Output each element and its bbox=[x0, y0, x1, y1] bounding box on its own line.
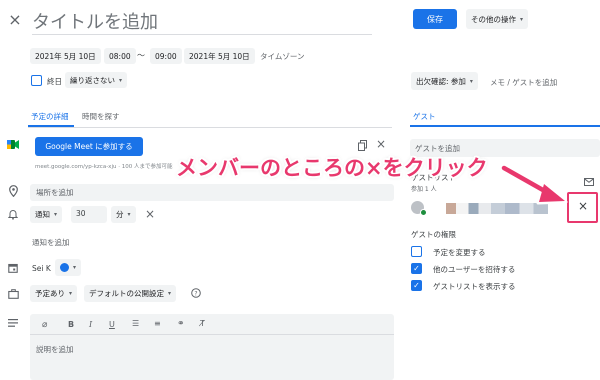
notification-unit-dropdown[interactable]: 分 ▾ bbox=[111, 206, 136, 223]
guest-accepted-check-icon bbox=[420, 209, 427, 216]
google-meet-icon bbox=[7, 139, 19, 150]
notification-type-dropdown[interactable]: 通知 ▾ bbox=[30, 206, 63, 223]
notification-value: 30 bbox=[76, 209, 86, 218]
bulleted-list-icon[interactable]: ≡ bbox=[154, 319, 161, 328]
chevron-down-icon: ▾ bbox=[469, 77, 473, 85]
chevron-down-icon: ▾ bbox=[127, 211, 131, 218]
remove-notification-icon[interactable]: × bbox=[144, 207, 156, 221]
repeat-dropdown[interactable]: 繰り返さない ▾ bbox=[65, 72, 128, 88]
remove-meet-icon[interactable]: × bbox=[375, 137, 387, 151]
annotation-text: メンバーのところの×をクリック bbox=[176, 156, 488, 180]
tab-find-time[interactable]: 時間を探す bbox=[82, 111, 120, 122]
more-actions-button[interactable]: その他の操作 ▾ bbox=[466, 9, 529, 29]
notes-guests-link[interactable]: メモ / ゲストを追加 bbox=[490, 77, 557, 88]
chevron-down-icon: ▾ bbox=[69, 290, 73, 297]
start-time-button[interactable]: 08:00 bbox=[104, 48, 136, 64]
location-icon bbox=[7, 184, 19, 197]
copy-icon[interactable] bbox=[357, 139, 367, 151]
timezone-link[interactable]: タイムゾーン bbox=[260, 51, 304, 62]
tabs-divider bbox=[28, 127, 392, 128]
repeat-label: 繰り返さない bbox=[70, 75, 115, 85]
meet-link[interactable]: meet.google.com/yp-kzca-xju · 100 人まで参加可… bbox=[35, 162, 172, 170]
email-guests-icon[interactable] bbox=[583, 177, 594, 186]
join-meet-button[interactable]: Google Meet に参加する bbox=[35, 137, 143, 156]
toolbar-divider bbox=[30, 334, 394, 335]
location-placeholder: 場所を追加 bbox=[36, 188, 74, 197]
calendar-icon bbox=[7, 262, 18, 273]
chevron-down-icon: ▾ bbox=[520, 15, 524, 23]
chevron-down-icon: ▾ bbox=[54, 211, 58, 218]
permission-invite-label: 他のユーザーを招待する bbox=[433, 265, 516, 274]
annotation-arrow bbox=[500, 160, 572, 210]
location-input[interactable]: 場所を追加 bbox=[30, 184, 394, 201]
attachment-icon[interactable]: ⌀ bbox=[42, 320, 47, 330]
remove-guest-icon[interactable]: × bbox=[575, 198, 591, 214]
permission-modify-label: 予定を変更する bbox=[433, 248, 486, 257]
end-date-button[interactable]: 2021年 5月 10日 bbox=[184, 48, 255, 64]
all-day-checkbox[interactable] bbox=[31, 75, 42, 86]
chevron-down-icon: ▾ bbox=[119, 76, 123, 84]
briefcase-icon bbox=[7, 288, 19, 299]
attending-count: 参加 1 人 bbox=[411, 186, 437, 193]
more-actions-label: その他の操作 bbox=[471, 14, 516, 24]
availability-dropdown[interactable]: 予定あり ▾ bbox=[30, 285, 78, 302]
chevron-down-icon: ▾ bbox=[73, 264, 77, 271]
bell-icon bbox=[7, 208, 18, 220]
clear-format-icon[interactable]: T̸ bbox=[200, 319, 205, 328]
permission-see-list-label: ゲストリストを表示する bbox=[433, 282, 516, 291]
description-placeholder: 説明を追加 bbox=[36, 345, 74, 354]
visibility-label: デフォルトの公開設定 bbox=[89, 289, 164, 298]
description-editor[interactable]: ⌀ B I U ☰ ≡ ⚭ T̸ 説明を追加 bbox=[30, 314, 394, 380]
permissions-title: ゲストの権限 bbox=[411, 230, 456, 239]
title-underline bbox=[32, 34, 372, 35]
notification-type-label: 通知 bbox=[35, 210, 50, 219]
notification-unit-label: 分 bbox=[116, 210, 124, 219]
italic-icon[interactable]: I bbox=[89, 320, 92, 329]
close-icon[interactable]: × bbox=[8, 10, 22, 29]
save-button[interactable]: 保存 bbox=[413, 9, 457, 29]
calendar-owner: Sei K bbox=[32, 264, 51, 273]
start-date-button[interactable]: 2021年 5月 10日 bbox=[30, 48, 101, 64]
add-notification-link[interactable]: 通知を追加 bbox=[32, 237, 70, 248]
rsvp-label: 出欠確認: 参加 bbox=[416, 76, 466, 86]
svg-text:?: ? bbox=[194, 290, 197, 297]
end-time-button[interactable]: 09:00 bbox=[150, 48, 182, 64]
tab-event-details[interactable]: 予定の詳細 bbox=[31, 111, 69, 122]
notification-value-input[interactable]: 30 bbox=[71, 206, 107, 223]
description-icon bbox=[7, 318, 19, 328]
permission-modify-checkbox[interactable] bbox=[411, 246, 422, 257]
tab-guests[interactable]: ゲスト bbox=[413, 111, 436, 122]
help-icon[interactable]: ? bbox=[190, 287, 201, 298]
numbered-list-icon[interactable]: ☰ bbox=[132, 319, 139, 328]
rsvp-dropdown[interactable]: 出欠確認: 参加 ▾ bbox=[411, 72, 478, 90]
underline-icon[interactable]: U bbox=[109, 320, 115, 329]
permission-see-list-checkbox[interactable]: ✓ bbox=[411, 280, 422, 291]
all-day-label: 終日 bbox=[47, 77, 62, 86]
visibility-dropdown[interactable]: デフォルトの公開設定 ▾ bbox=[84, 285, 177, 302]
availability-label: 予定あり bbox=[35, 289, 65, 298]
title-input[interactable]: タイトルを追加 bbox=[32, 8, 158, 34]
permission-invite-checkbox[interactable]: ✓ bbox=[411, 263, 422, 274]
bold-icon[interactable]: B bbox=[68, 320, 74, 329]
guest-tab-indicator bbox=[410, 125, 600, 127]
link-icon[interactable]: ⚭ bbox=[177, 319, 185, 329]
calendar-color-dot bbox=[60, 263, 69, 272]
time-separator: 〜 bbox=[137, 51, 145, 60]
chevron-down-icon: ▾ bbox=[168, 290, 172, 297]
calendar-color-dropdown[interactable]: ▾ bbox=[55, 259, 82, 276]
